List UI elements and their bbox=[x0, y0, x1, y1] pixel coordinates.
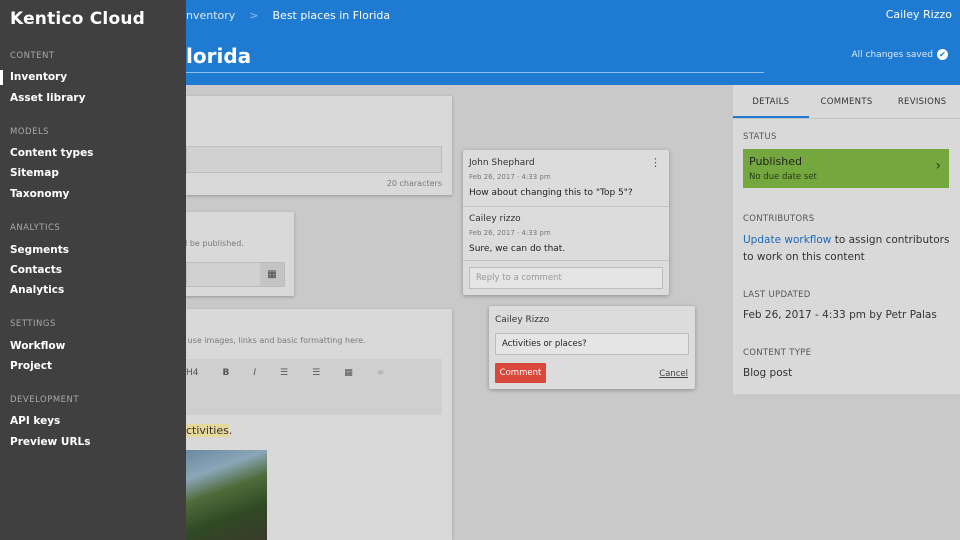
breadcrumb-item-current: Best places in Florida bbox=[272, 8, 391, 22]
comment-text: How about changing this to "Top 5"? bbox=[469, 188, 633, 198]
sidebar-section-settings: SETTINGS bbox=[10, 319, 56, 329]
heading4-button[interactable]: H4 bbox=[186, 368, 199, 378]
comment-author: Cailey Rizzo bbox=[495, 315, 550, 325]
cancel-button[interactable]: Cancel bbox=[659, 369, 688, 379]
tab-revisions[interactable]: REVISIONS bbox=[884, 85, 960, 118]
character-count: 20 characters bbox=[386, 179, 442, 188]
contributors-text: Update workflow to assign contributors t… bbox=[743, 234, 950, 263]
publish-date-card: ld be published. ▦ bbox=[180, 212, 294, 296]
sidebar-item-preview-urls[interactable]: Preview URLs bbox=[10, 436, 90, 448]
body-text[interactable]: ctivities. bbox=[186, 424, 232, 437]
reply-input[interactable]: Reply to a comment bbox=[469, 267, 663, 289]
comment-author: John Shephard bbox=[469, 158, 535, 168]
sidebar-item-project[interactable]: Project bbox=[10, 360, 52, 372]
comment-divider bbox=[463, 206, 669, 207]
sidebar-item-asset-library[interactable]: Asset library bbox=[10, 92, 85, 104]
bullet-list-icon[interactable]: ☰ bbox=[312, 368, 320, 378]
sidebar-item-analytics[interactable]: Analytics bbox=[10, 284, 64, 296]
comment-divider bbox=[463, 260, 669, 261]
save-status: All changes saved ✔ bbox=[852, 49, 948, 60]
italic-button[interactable]: I bbox=[253, 368, 256, 378]
title-element-input[interactable] bbox=[186, 146, 442, 173]
sidebar-item-workflow[interactable]: Workflow bbox=[10, 340, 65, 352]
publish-date-input[interactable]: ▦ bbox=[186, 262, 285, 287]
link-icon[interactable]: ∞ bbox=[377, 368, 385, 378]
comment-date: Feb 26, 2017 · 4:33 pm bbox=[469, 229, 551, 237]
body-text-card: h use images, links and basic formatting… bbox=[180, 309, 452, 540]
update-workflow-link[interactable]: Update workflow bbox=[743, 234, 831, 246]
breadcrumb-item-inventory[interactable]: nventory bbox=[186, 9, 235, 22]
comment-thread: John Shephard ⋮ Feb 26, 2017 · 4:33 pm H… bbox=[463, 150, 669, 295]
new-comment-card: Cailey Rizzo Activities or places? Comme… bbox=[489, 306, 695, 389]
comment-date: Feb 26, 2017 · 4:33 pm bbox=[469, 173, 551, 181]
sidebar-item-taxonomy[interactable]: Taxonomy bbox=[10, 188, 69, 200]
comment-button[interactable]: Comment bbox=[495, 363, 546, 383]
rich-text-hint: h use images, links and basic formatting… bbox=[180, 336, 366, 345]
panel-tabs: DETAILS COMMENTS REVISIONS bbox=[733, 85, 960, 119]
sidebar-section-content: CONTENT bbox=[10, 51, 55, 61]
calendar-icon[interactable]: ▦ bbox=[260, 263, 284, 286]
save-status-text: All changes saved bbox=[851, 49, 933, 60]
last-updated-value: Feb 26, 2017 - 4:33 pm by Petr Palas bbox=[743, 309, 937, 321]
status-value: Published bbox=[749, 155, 802, 168]
tab-comments[interactable]: COMMENTS bbox=[809, 85, 885, 118]
bold-button[interactable]: B bbox=[223, 368, 230, 378]
ordered-list-icon[interactable]: ☰ bbox=[280, 368, 288, 378]
content-type-value: Blog post bbox=[743, 367, 793, 379]
title-element-card: 20 characters bbox=[186, 96, 452, 195]
more-vertical-icon[interactable]: ⋮ bbox=[650, 156, 661, 169]
comment-text: Sure, we can do that. bbox=[469, 244, 566, 254]
chevron-right-icon: › bbox=[935, 158, 941, 174]
title-underline bbox=[186, 72, 764, 73]
sidebar-item-contacts[interactable]: Contacts bbox=[10, 264, 62, 276]
publish-hint: ld be published. bbox=[180, 239, 244, 248]
active-indicator bbox=[0, 70, 3, 85]
workflow-status[interactable]: Published No due date set › bbox=[743, 149, 949, 188]
rte-toolbar: H4 B I ☰ ☰ ▦ ∞ bbox=[186, 368, 384, 378]
page-title[interactable]: lorida bbox=[186, 44, 251, 68]
contributors-label: CONTRIBUTORS bbox=[743, 214, 815, 224]
breadcrumb-separator: > bbox=[249, 8, 259, 22]
details-panel: DETAILS COMMENTS REVISIONS STATUS Publis… bbox=[733, 85, 960, 394]
sidebar-section-models: MODELS bbox=[10, 127, 50, 137]
new-comment-input[interactable]: Activities or places? bbox=[495, 333, 689, 355]
content-type-label: CONTENT TYPE bbox=[743, 348, 812, 358]
comment-author: Cailey rizzo bbox=[469, 214, 521, 224]
sidebar-item-api-keys[interactable]: API keys bbox=[10, 415, 60, 427]
user-menu[interactable]: Cailey Rizzo bbox=[886, 0, 952, 30]
status-label: STATUS bbox=[743, 132, 777, 142]
check-circle-icon: ✔ bbox=[937, 49, 948, 60]
tab-details[interactable]: DETAILS bbox=[733, 85, 809, 118]
sidebar-item-segments[interactable]: Segments bbox=[10, 244, 69, 256]
sidebar-item-sitemap[interactable]: Sitemap bbox=[10, 167, 59, 179]
breadcrumb: nventory > Best places in Florida bbox=[186, 0, 390, 30]
last-updated-label: LAST UPDATED bbox=[743, 290, 811, 300]
sidebar-section-analytics: ANALYTICS bbox=[10, 223, 61, 233]
highlighted-text[interactable]: ctivities bbox=[186, 424, 229, 437]
sidebar: Kentico Cloud CONTENT Inventory Asset li… bbox=[0, 0, 186, 540]
content-image[interactable] bbox=[186, 450, 267, 540]
app-logo[interactable]: Kentico Cloud bbox=[10, 9, 145, 29]
sidebar-item-inventory[interactable]: Inventory bbox=[10, 71, 67, 83]
status-due-date: No due date set bbox=[749, 172, 817, 182]
sidebar-item-content-types[interactable]: Content types bbox=[10, 147, 93, 159]
sidebar-section-development: DEVELOPMENT bbox=[10, 395, 80, 405]
table-icon[interactable]: ▦ bbox=[344, 368, 353, 378]
